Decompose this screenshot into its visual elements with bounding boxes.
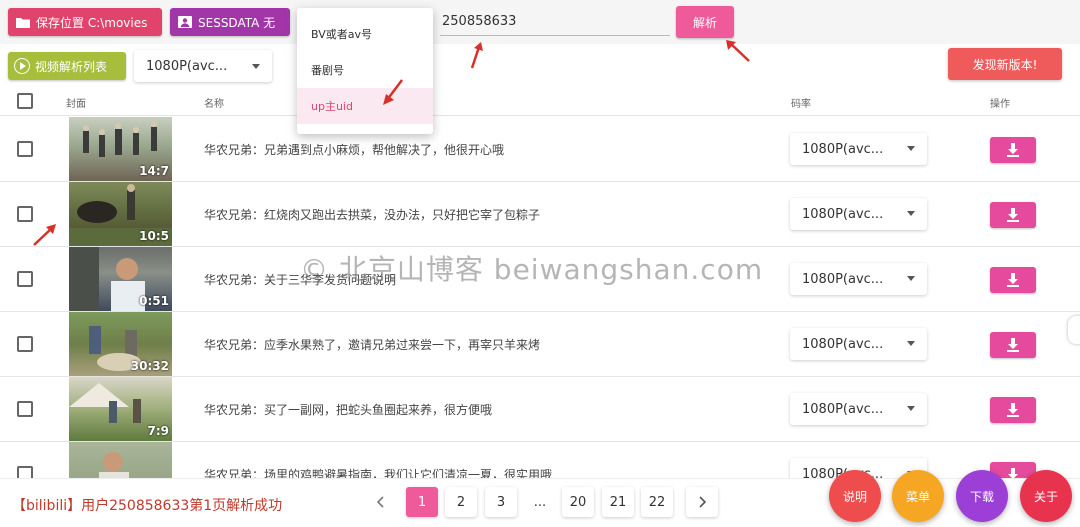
annotation-arrow-icon bbox=[470, 42, 483, 69]
download-icon bbox=[1007, 273, 1019, 287]
video-thumbnail: 10:5 bbox=[69, 182, 172, 246]
quality-select[interactable]: 1080P(avc... bbox=[790, 263, 927, 295]
search-input[interactable] bbox=[440, 8, 670, 36]
page-button-1[interactable]: 1 bbox=[406, 487, 438, 517]
download-icon bbox=[1007, 143, 1019, 157]
video-duration: 10:5 bbox=[139, 229, 169, 243]
video-title: 华农兄弟：买了一副网，把蛇头鱼圈起来养，很方便哦 bbox=[204, 403, 493, 417]
table-header: 封面 名称 码率 操作 bbox=[0, 88, 1080, 116]
next-page-button[interactable] bbox=[686, 487, 718, 517]
chevron-down-icon bbox=[907, 146, 915, 151]
chevron-down-icon bbox=[907, 406, 915, 411]
page-button-2[interactable]: 2 bbox=[445, 487, 477, 517]
dropdown-option-bangumi[interactable]: 番剧号 bbox=[297, 52, 433, 88]
play-icon bbox=[14, 58, 30, 74]
chevron-down-icon bbox=[907, 276, 915, 281]
about-fab[interactable]: 关于 bbox=[1020, 470, 1072, 522]
quality-value: 1080P(avc... bbox=[802, 336, 884, 352]
video-list-button[interactable]: 视频解析列表 bbox=[8, 52, 126, 80]
quality-value: 1080P(avc... bbox=[802, 141, 884, 157]
row-checkbox[interactable] bbox=[17, 141, 33, 157]
header-cover: 封面 bbox=[66, 99, 86, 110]
user-icon bbox=[178, 16, 192, 28]
video-title: 华农兄弟：红烧肉又跑出去拱菜，没办法，只好把它宰了包粽子 bbox=[204, 208, 541, 222]
global-quality-select[interactable]: 1080P(avc... bbox=[134, 50, 272, 82]
table-row: 10:5 华农兄弟：红烧肉又跑出去拱菜，没办法，只好把它宰了包粽子 1080P(… bbox=[0, 182, 1080, 247]
page-button-3[interactable]: 3 bbox=[485, 487, 517, 517]
folder-icon bbox=[16, 16, 30, 28]
annotation-arrow-icon bbox=[33, 224, 56, 246]
select-all-checkbox[interactable] bbox=[17, 93, 33, 109]
quality-select[interactable]: 1080P(avc... bbox=[790, 393, 927, 425]
video-thumbnail: 14:7 bbox=[69, 117, 172, 181]
chevron-down-icon bbox=[907, 211, 915, 216]
download-button[interactable] bbox=[990, 202, 1036, 228]
dropdown-option-up-uid[interactable]: up主uid bbox=[297, 88, 433, 124]
quality-value: 1080P(avc... bbox=[802, 271, 884, 287]
quality-select[interactable]: 1080P(avc... bbox=[790, 328, 927, 360]
annotation-arrow-icon bbox=[726, 40, 750, 62]
watermark-text: © 北京山博客 beiwangshan.com bbox=[300, 253, 764, 286]
quality-value: 1080P(avc... bbox=[802, 401, 884, 417]
download-icon bbox=[1007, 403, 1019, 417]
video-thumbnail: 30:32 bbox=[69, 312, 172, 376]
page-button-22[interactable]: 22 bbox=[641, 487, 673, 517]
video-thumbnail: 7:9 bbox=[69, 377, 172, 441]
video-title: 华农兄弟：兄弟遇到点小麻烦，帮他解决了，他很开心哦 bbox=[204, 143, 505, 157]
app-window: 保存位置 C:\movies SESSDATA 无 解析 BV或者av号 番剧号… bbox=[0, 0, 1080, 527]
row-checkbox[interactable] bbox=[17, 401, 33, 417]
prev-page-button[interactable] bbox=[365, 487, 397, 517]
dropdown-option-bv[interactable]: BV或者av号 bbox=[297, 16, 433, 52]
page-button-21[interactable]: 21 bbox=[602, 487, 634, 517]
chevron-down-icon bbox=[252, 64, 260, 69]
status-message: 【bilibili】用户250858633第1页解析成功 bbox=[12, 498, 283, 514]
video-title: 华农兄弟：应季水果熟了，邀请兄弟过来尝一下，再宰只羊来烤 bbox=[204, 338, 541, 352]
row-checkbox[interactable] bbox=[17, 206, 33, 222]
video-thumbnail: 0:51 bbox=[69, 247, 172, 311]
video-list-label: 视频解析列表 bbox=[35, 59, 108, 74]
video-duration: 30:32 bbox=[130, 359, 169, 373]
download-icon bbox=[1007, 338, 1019, 352]
chevron-down-icon bbox=[907, 341, 915, 346]
download-button[interactable] bbox=[990, 137, 1036, 163]
global-quality-value: 1080P(avc... bbox=[146, 58, 228, 74]
download-button[interactable] bbox=[990, 267, 1036, 293]
table-row: 30:32 华农兄弟：应季水果熟了，邀请兄弟过来尝一下，再宰只羊来烤 1080P… bbox=[0, 312, 1080, 377]
sessdata-button[interactable]: SESSDATA 无 bbox=[170, 8, 290, 36]
help-fab[interactable]: 说明 bbox=[829, 470, 881, 522]
header-name: 名称 bbox=[204, 99, 224, 110]
download-button[interactable] bbox=[990, 332, 1036, 358]
new-version-button[interactable]: 发现新版本! bbox=[948, 48, 1062, 80]
sessdata-label: SESSDATA 无 bbox=[198, 15, 276, 30]
table-row: 7:9 华农兄弟：买了一副网，把蛇头鱼圈起来养，很方便哦 1080P(avc..… bbox=[0, 377, 1080, 442]
parse-button[interactable]: 解析 bbox=[676, 6, 734, 38]
quality-value: 1080P(avc... bbox=[802, 206, 884, 222]
download-button[interactable] bbox=[990, 397, 1036, 423]
save-location-button[interactable]: 保存位置 C:\movies bbox=[8, 8, 162, 36]
save-location-label: 保存位置 C:\movies bbox=[36, 15, 148, 30]
menu-fab[interactable]: 菜单 bbox=[892, 470, 944, 522]
page-ellipsis: ... bbox=[533, 494, 547, 510]
chevron-right-icon bbox=[699, 496, 707, 508]
row-checkbox[interactable] bbox=[17, 271, 33, 287]
chevron-left-icon bbox=[376, 496, 384, 508]
side-handle[interactable] bbox=[1068, 316, 1080, 344]
quality-select[interactable]: 1080P(avc... bbox=[790, 133, 927, 165]
download-fab[interactable]: 下载 bbox=[956, 470, 1008, 522]
header-bitrate: 码率 bbox=[791, 99, 811, 110]
row-checkbox[interactable] bbox=[17, 336, 33, 352]
video-duration: 7:9 bbox=[147, 424, 170, 438]
video-duration: 14:7 bbox=[139, 164, 169, 178]
table-row: 14:7 华农兄弟：兄弟遇到点小麻烦，帮他解决了，他很开心哦 1080P(avc… bbox=[0, 117, 1080, 182]
annotation-arrow-icon bbox=[383, 79, 403, 105]
header-action: 操作 bbox=[990, 99, 1010, 110]
quality-select[interactable]: 1080P(avc... bbox=[790, 198, 927, 230]
page-button-20[interactable]: 20 bbox=[562, 487, 594, 517]
input-type-dropdown: BV或者av号 番剧号 up主uid bbox=[297, 8, 433, 134]
download-icon bbox=[1007, 208, 1019, 222]
video-duration: 0:51 bbox=[139, 294, 169, 308]
